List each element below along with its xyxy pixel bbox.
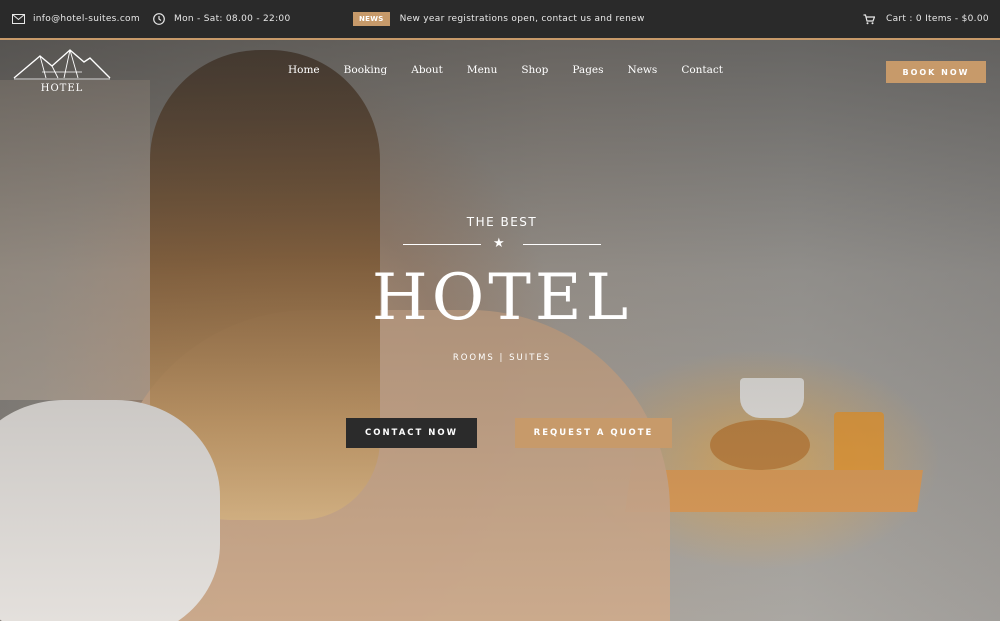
hours-text: Mon - Sat: 08.00 - 22:00 (174, 14, 291, 24)
nav-item-news[interactable]: News (628, 64, 658, 76)
hero-content: THE BEST ★ HOTEL ROOMS | SUITES (300, 215, 704, 363)
nav-item-menu[interactable]: Menu (467, 64, 498, 76)
hero-tagline: ROOMS | SUITES (452, 353, 552, 364)
envelope-icon (12, 14, 25, 24)
cart-text: Cart : 0 Items - $0.00 (886, 14, 989, 24)
nav-item-booking[interactable]: Booking (344, 64, 388, 76)
nav-item-about[interactable]: About (411, 64, 443, 76)
contact-now-button[interactable]: CONTACT NOW (346, 418, 477, 448)
main-navigation: Home Booking About Menu Shop Pages News … (288, 64, 747, 76)
nav-item-home[interactable]: Home (288, 64, 320, 76)
hero-subtitle: THE BEST (466, 215, 538, 229)
clock-icon (153, 13, 165, 25)
logo-text: HOTEL (40, 83, 84, 94)
cart-link[interactable]: Cart : 0 Items - $0.00 (863, 0, 989, 38)
book-now-button[interactable]: BOOK NOW (886, 61, 986, 83)
top-info-bar: info@hotel-suites.com Mon - Sat: 08.00 -… (0, 0, 1000, 38)
email-text: info@hotel-suites.com (33, 14, 140, 24)
star-icon: ★ (493, 236, 505, 251)
opening-hours: Mon - Sat: 08.00 - 22:00 (153, 0, 290, 38)
nav-item-pages[interactable]: Pages (572, 64, 603, 76)
nav-item-contact[interactable]: Contact (681, 64, 723, 76)
hotel-logo[interactable]: HOTEL (12, 48, 112, 96)
mountain-logo-icon (13, 49, 111, 80)
star-divider: ★ (300, 235, 704, 255)
news-ticker[interactable]: NEWS New year registrations open, contac… (353, 0, 648, 38)
news-badge: NEWS (353, 12, 390, 26)
request-quote-button[interactable]: REQUEST A QUOTE (515, 418, 672, 448)
news-text[interactable]: New year registrations open, contact us … (400, 14, 648, 24)
email-contact[interactable]: info@hotel-suites.com (12, 0, 140, 38)
cart-icon (863, 13, 875, 24)
hero-title: HOTEL (371, 261, 633, 335)
topbar-divider (0, 38, 1000, 40)
nav-item-shop[interactable]: Shop (521, 64, 548, 76)
